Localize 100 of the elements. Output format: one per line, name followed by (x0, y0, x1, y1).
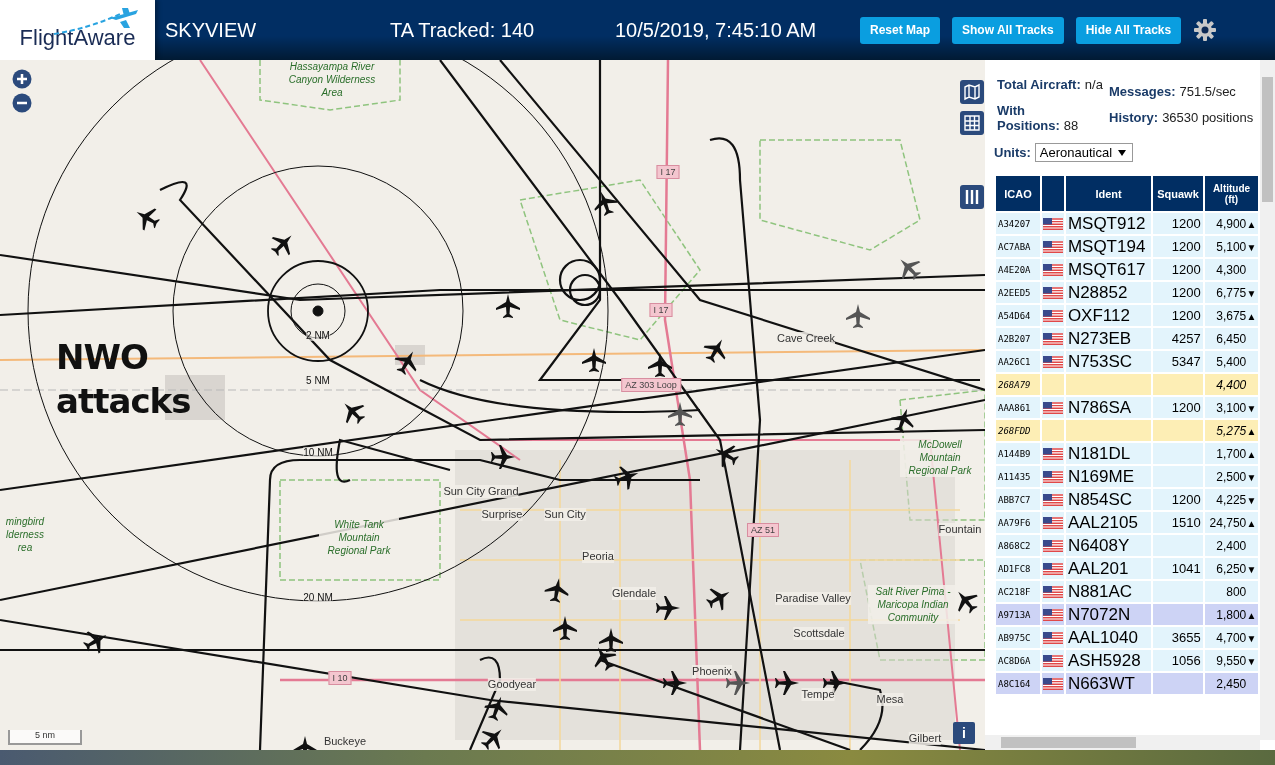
table-cell: AAL2105 (1065, 512, 1152, 533)
table-cell: 5,275▲ (1204, 420, 1259, 441)
table-cell: 1041 (1153, 558, 1203, 579)
table-cell: OXF112 (1065, 305, 1152, 326)
airplane-icon[interactable] (706, 588, 730, 611)
table-cell: 4,700▼ (1204, 627, 1259, 648)
place-label: Scottsdale (793, 627, 845, 640)
vertical-scrollbar[interactable] (1260, 60, 1275, 740)
place-label: Cave Creek (776, 332, 836, 345)
place-label: Surprise (481, 508, 523, 521)
column-header[interactable]: Squawk (1153, 176, 1203, 211)
table-cell: N786SA (1065, 397, 1152, 418)
place-label: Buckeye (323, 735, 367, 748)
airplane-icon[interactable] (582, 348, 606, 372)
stat-value: 751.5/sec (1179, 84, 1236, 99)
dropdown-caret-icon (1118, 149, 1127, 156)
table-cell (1153, 443, 1203, 464)
date-time: 10/5/2019, 7:45:10 AM (615, 18, 818, 42)
place-label: White Tank Mountain Regional Park (319, 518, 399, 557)
table-cell: N663WT (1065, 673, 1152, 694)
settings-icon[interactable] (1193, 18, 1218, 42)
columns-icon[interactable] (960, 185, 984, 209)
airplane-icon[interactable] (484, 696, 508, 721)
stat-label: With Positions: (997, 103, 1060, 133)
table-cell: 5,400 (1204, 351, 1259, 372)
stat-label: Total Aircraft: (997, 77, 1081, 92)
table-cell: 1200 (1153, 213, 1203, 234)
airplane-icon[interactable] (958, 591, 978, 614)
place-label: Peoria (582, 550, 614, 563)
table-cell: 268A79 (996, 374, 1040, 395)
table-cell: 3655 (1153, 627, 1203, 648)
table-cell: 1200 (1153, 282, 1203, 303)
airplane-icon[interactable] (663, 671, 687, 695)
table-cell: 3,100▼ (1204, 397, 1259, 418)
horizontal-scrollbar[interactable] (985, 735, 1260, 750)
table-cell: 3,675▲ (1204, 305, 1259, 326)
table-cell: MSQT912 (1065, 213, 1152, 234)
airplane-icon[interactable] (271, 235, 292, 256)
airplane-icon[interactable] (394, 351, 417, 375)
table-cell: 1200 (1153, 489, 1203, 510)
airplane-icon[interactable] (496, 294, 520, 318)
table-cell: A4E20A (996, 259, 1040, 280)
table-cell (1153, 673, 1203, 694)
airplane-icon[interactable] (491, 445, 515, 469)
table-cell: 800 (1204, 581, 1259, 602)
place-label: Goodyear (487, 678, 537, 691)
airplane-icon[interactable] (715, 445, 739, 468)
table-cell: A8C164 (996, 673, 1040, 694)
table-cell: 1510 (1153, 512, 1203, 533)
table-cell: ASH5928 (1065, 650, 1152, 671)
airplane-icon[interactable] (136, 208, 160, 231)
column-header[interactable]: Ident (1065, 176, 1152, 211)
airplane-icon[interactable] (594, 647, 617, 671)
grid-icon[interactable] (960, 111, 984, 135)
airplane-icon[interactable] (344, 403, 365, 424)
table-cell: 1056 (1153, 650, 1203, 671)
zoom-in-icon[interactable] (12, 69, 32, 89)
table-cell: 6,250▼ (1204, 558, 1259, 579)
airplane-icon[interactable] (293, 736, 317, 750)
place-label: Hassayampa River Canyon Wilderness Area (287, 60, 377, 99)
table-cell: AC7ABA (996, 236, 1040, 257)
table-cell: AAA861 (996, 397, 1040, 418)
airplane-icon[interactable] (553, 616, 577, 640)
table-cell: 1200 (1153, 305, 1203, 326)
info-button[interactable]: i (953, 722, 975, 744)
airplane-icon[interactable] (594, 191, 618, 216)
airplane-icon[interactable] (703, 339, 726, 363)
column-header[interactable]: Altitude (ft) (1204, 176, 1259, 211)
road-shield: I 17 (649, 303, 673, 317)
table-cell (1153, 581, 1203, 602)
airplane-icon[interactable] (890, 408, 914, 433)
table-cell (1153, 535, 1203, 556)
airplane-icon[interactable] (614, 466, 639, 490)
place-label: Phoenix (692, 665, 732, 678)
range-label: 5 NM (306, 375, 330, 386)
airplane-icon[interactable] (668, 402, 692, 426)
airplane-icon[interactable] (599, 628, 623, 652)
airplane-icon[interactable] (83, 631, 107, 654)
column-header[interactable]: ICAO (996, 176, 1040, 211)
airplane-icon[interactable] (846, 304, 870, 328)
stat-label: Messages: (1109, 84, 1176, 99)
airplane-icon[interactable] (656, 596, 680, 620)
airplane-icon[interactable] (775, 671, 799, 695)
table-cell: 4,225▼ (1204, 489, 1259, 510)
table-cell: N169ME (1065, 466, 1152, 487)
stat-value: 36530 positions (1162, 110, 1254, 125)
table-cell: N7072N (1065, 604, 1152, 625)
zoom-out-icon[interactable] (12, 93, 32, 113)
airplane-icon[interactable] (648, 353, 672, 377)
airplane-icon[interactable] (481, 729, 502, 750)
table-cell: 1,700▲ (1204, 443, 1259, 464)
airplane-icon[interactable] (544, 578, 569, 603)
app-title: SKYVIEW (165, 18, 258, 42)
overlay-caption: NWO attacks (56, 336, 192, 423)
airplane-icon[interactable] (900, 259, 921, 280)
units-dropdown[interactable]: Aeronautical (1034, 143, 1134, 162)
stat-value: 88 (1063, 118, 1079, 133)
units-label: Units: (994, 145, 1031, 160)
map-icon[interactable] (960, 80, 984, 104)
table-cell: 6,775▼ (1204, 282, 1259, 303)
